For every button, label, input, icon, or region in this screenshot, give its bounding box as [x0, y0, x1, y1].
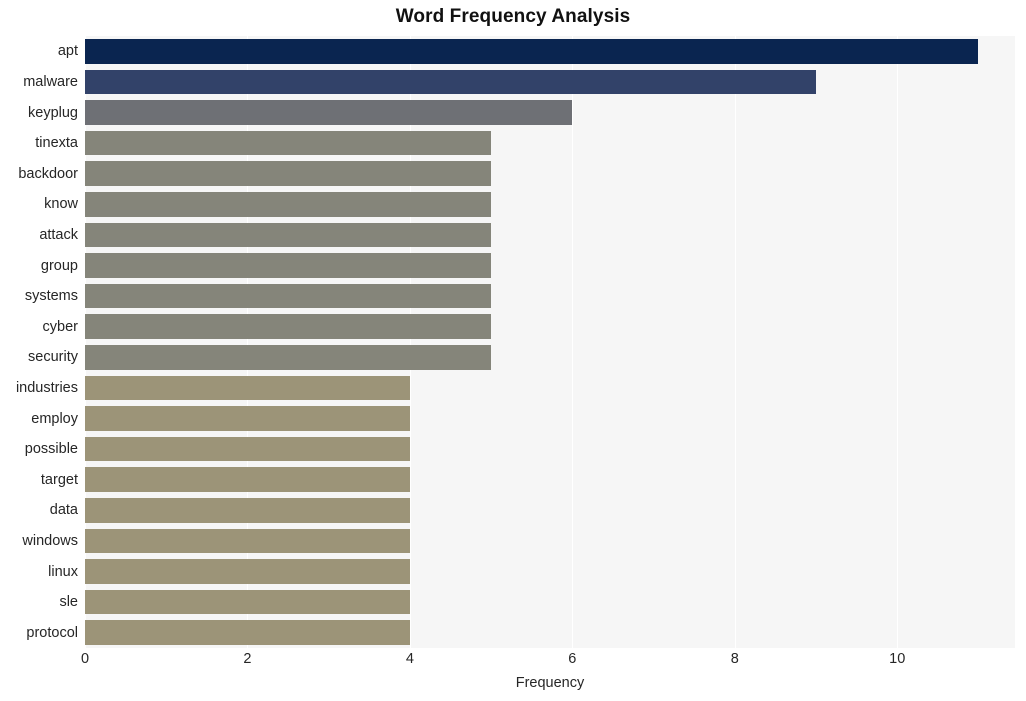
- x-tick-label: 0: [80, 651, 90, 667]
- x-tick-label: 4: [405, 651, 414, 667]
- bar: [85, 222, 492, 248]
- y-tick-label: backdoor: [18, 165, 78, 182]
- bar: [85, 161, 492, 186]
- y-tick-label: keyplug: [28, 104, 78, 121]
- chart-title: Word Frequency Analysis: [395, 6, 631, 27]
- y-tick-label: windows: [22, 532, 78, 549]
- y-axis-tick-labels: apt malware keyplug tinexta backdoor know atta…: [0, 36, 78, 648]
- y-tick-label: attack: [39, 226, 78, 243]
- bar: [85, 406, 410, 431]
- y-tick-label: employ: [31, 410, 78, 427]
- bar: [85, 528, 410, 554]
- y-tick-label: industries: [15, 379, 78, 396]
- bar: [85, 375, 410, 401]
- bars-layer: [85, 36, 1015, 648]
- y-tick-label: group: [40, 257, 78, 274]
- bar: [85, 192, 492, 217]
- bar: [85, 498, 410, 523]
- plot-area: [85, 36, 1015, 648]
- x-tick-label: 2: [243, 651, 252, 667]
- y-tick-label: systems: [24, 288, 78, 305]
- bar: [85, 559, 410, 584]
- bar: [85, 620, 410, 645]
- bar: [85, 589, 410, 615]
- y-tick-label: security: [28, 349, 78, 366]
- bar: [85, 100, 573, 125]
- bar: [85, 345, 492, 370]
- x-tick-label: 6: [568, 651, 577, 667]
- y-tick-label: data: [49, 502, 78, 519]
- chart-figure: Word Frequency Analysis apt malware keyplu…: [0, 0, 1026, 701]
- bar: [85, 314, 492, 339]
- bar: [85, 39, 979, 64]
- x-tick-label: 10: [889, 651, 906, 667]
- y-tick-label: protocol: [26, 624, 78, 641]
- bar: [85, 130, 492, 156]
- y-tick-label: cyber: [42, 318, 78, 335]
- x-tick-label: 8: [730, 651, 739, 667]
- bar: [85, 467, 410, 492]
- y-tick-label: know: [44, 196, 78, 213]
- bar: [85, 283, 492, 309]
- bar: [85, 253, 492, 278]
- bar: [85, 436, 410, 462]
- y-tick-label: target: [40, 471, 78, 488]
- y-tick-label: tinexta: [35, 135, 78, 152]
- x-axis-tick-labels: 0 2 4 6 8 10: [81, 651, 1015, 674]
- bar: [85, 69, 816, 95]
- y-tick-label: sle: [59, 594, 78, 611]
- x-axis-label: Frequency: [515, 675, 585, 691]
- y-tick-label: possible: [24, 441, 78, 458]
- y-tick-label: apt: [57, 43, 78, 60]
- y-tick-label: linux: [48, 563, 78, 580]
- y-tick-label: malware: [23, 73, 78, 90]
